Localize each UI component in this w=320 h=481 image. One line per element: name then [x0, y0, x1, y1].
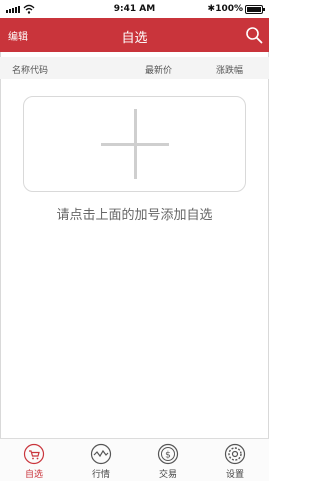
- tab-trade[interactable]: $ 交易: [143, 443, 193, 480]
- tab-label: 交易: [158, 470, 177, 480]
- tab-label: 设置: [225, 470, 244, 480]
- settings-gear-icon: [224, 443, 246, 465]
- trade-dollar-icon: $: [157, 443, 179, 465]
- tab-label: 行情: [91, 470, 110, 480]
- tab-settings[interactable]: 设置: [210, 443, 260, 480]
- market-chart-icon: [90, 443, 112, 465]
- plus-icon-vertical: [134, 109, 137, 179]
- add-watchlist-button[interactable]: [23, 96, 246, 192]
- battery-icon: [245, 5, 265, 14]
- search-icon[interactable]: [245, 26, 263, 44]
- tab-market[interactable]: 行情: [76, 443, 126, 480]
- svg-text:$: $: [165, 451, 171, 461]
- nav-bar: 编辑 自选: [0, 18, 269, 52]
- tab-bar: 自选 行情 $ 交易 设置: [0, 438, 269, 481]
- status-bar: 9:41 AM ✱ 100%: [0, 0, 269, 18]
- tab-favorites[interactable]: 自选: [9, 443, 59, 480]
- column-name-code[interactable]: 名称代码: [12, 63, 48, 76]
- page-title: 自选: [121, 31, 148, 46]
- tab-label: 自选: [24, 470, 43, 480]
- empty-state-hint: 请点击上面的加号添加自选: [56, 208, 213, 223]
- column-change-percent[interactable]: 涨跌幅: [216, 63, 243, 76]
- column-latest-price[interactable]: 最新价: [145, 63, 172, 76]
- favorites-cart-icon: [23, 443, 45, 465]
- column-header: 名称代码 最新价 涨跌幅: [0, 57, 269, 79]
- bluetooth-icon: ✱: [207, 4, 215, 14]
- battery-percent: 100%: [215, 4, 243, 14]
